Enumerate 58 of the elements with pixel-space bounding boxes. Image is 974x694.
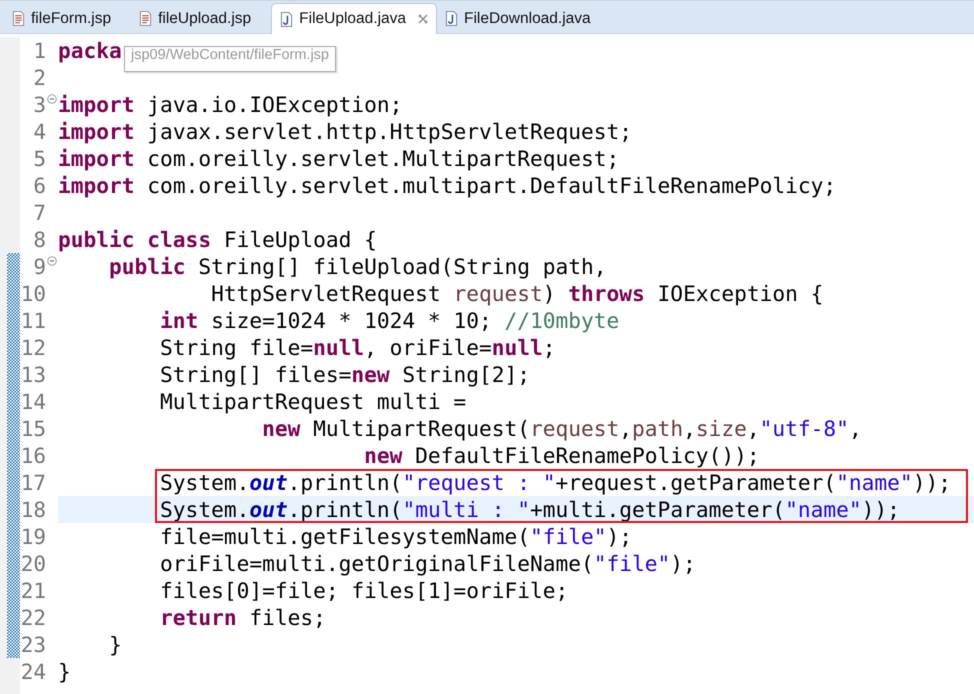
line-number: 15 xyxy=(20,416,46,440)
editor-tab[interactable]: FileUpload.java xyxy=(271,3,438,34)
code-line: String file=null, oriFile=null; xyxy=(159,335,556,360)
code-line: import java.io.IOException; xyxy=(58,92,402,117)
code-line: public String[] fileUpload(String path, xyxy=(108,254,607,279)
line-number: 13 xyxy=(20,362,46,386)
code-line: } xyxy=(108,632,122,657)
code-line: } xyxy=(58,659,71,684)
code-line: import com.oreilly.servlet.multipart.DefaultFileRenamePolicy; xyxy=(58,173,836,198)
line-number: 18 xyxy=(20,498,46,522)
code-line: import com.oreilly.servlet.MultipartRequest; xyxy=(58,146,620,171)
code-line: file=multi.getFilesystemName("file"); xyxy=(159,524,632,549)
code-line: System.out.println("multi : "+multi.getParameter("name")); xyxy=(159,497,900,522)
code-line: files[0]=file; files[1]=oriFile; xyxy=(159,578,568,603)
java-file-icon xyxy=(445,11,458,26)
code-line: public class FileUpload { xyxy=(58,227,377,252)
line-number: 4 xyxy=(32,120,46,144)
collapse-icon[interactable] xyxy=(47,94,57,104)
java-file-icon xyxy=(280,12,294,26)
line-number: 5 xyxy=(32,146,46,170)
close-icon[interactable] xyxy=(418,14,428,24)
tooltip: jsp09/WebContent/fileForm.jsp xyxy=(124,46,336,72)
line-number: 24 xyxy=(20,660,46,684)
line-number: 21 xyxy=(20,578,46,602)
line-number: 19 xyxy=(20,524,46,548)
line-number: 3 xyxy=(32,92,46,116)
line-number: 11 xyxy=(20,308,46,332)
line-number: 20 xyxy=(20,552,46,576)
line-number: 12 xyxy=(20,336,46,360)
line-number: 6 xyxy=(32,174,46,198)
code-line: import javax.servlet.http.HttpServletRequest; xyxy=(58,119,632,144)
line-number: 9 xyxy=(32,254,46,278)
editor-tab[interactable]: fileUpload.jsp xyxy=(131,4,272,33)
code-line: HttpServletRequest request) throws IOException { xyxy=(210,281,824,306)
code-line: MultipartRequest multi = xyxy=(159,389,466,414)
line-number: 14 xyxy=(20,390,46,414)
code-line: packa xyxy=(58,38,122,63)
line-number: 23 xyxy=(20,632,46,656)
code-line: System.out.println("request : "+request.getParameter("name")); xyxy=(159,470,951,495)
editor-tab[interactable]: FileDownload.java xyxy=(437,4,611,33)
line-number: 10 xyxy=(20,282,46,306)
jsp-file-icon xyxy=(12,11,25,26)
collapse-icon[interactable] xyxy=(47,256,57,266)
editor-tab[interactable]: fileForm.jsp xyxy=(4,4,132,33)
code-line: oriFile=multi.getOriginalFileName("file"); xyxy=(159,551,696,576)
code-line: new DefaultFileRenamePolicy()); xyxy=(363,443,760,468)
code-line: String[] files=new String[2]; xyxy=(159,362,530,387)
code-line: int size=1024 * 1024 * 10; //10mbyte xyxy=(159,308,620,333)
code-line: new MultipartRequest(request,path,size,"utf-8", xyxy=(261,416,862,441)
jsp-file-icon xyxy=(139,11,152,26)
line-number: 1 xyxy=(32,38,46,62)
line-number: 17 xyxy=(20,470,46,494)
line-number: 22 xyxy=(20,606,46,630)
code-line: return files; xyxy=(159,605,326,630)
line-number: 2 xyxy=(32,66,46,90)
line-number: 8 xyxy=(32,228,46,252)
line-number: 16 xyxy=(20,444,46,468)
line-number: 7 xyxy=(32,200,46,224)
